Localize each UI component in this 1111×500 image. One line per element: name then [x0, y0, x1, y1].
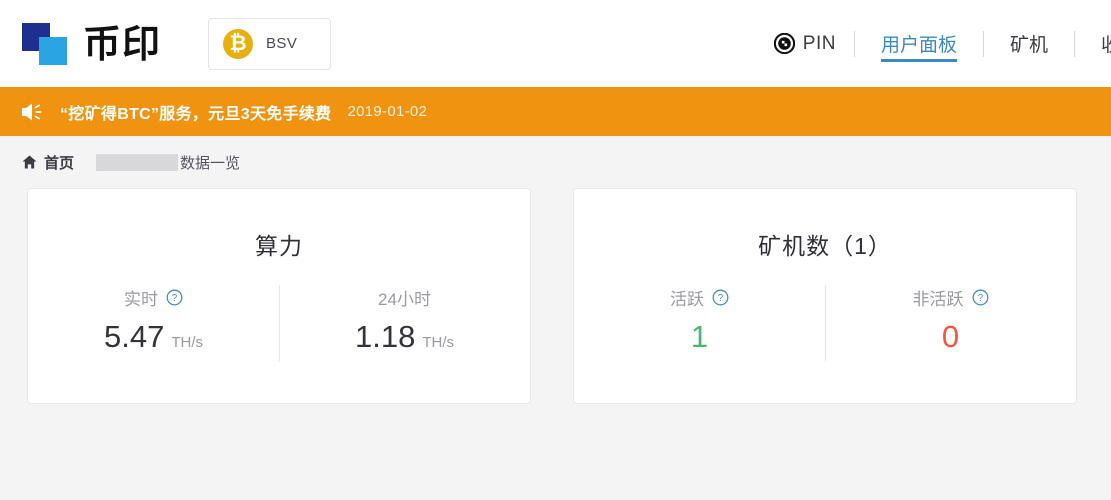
nav-item-earnings[interactable]: 收: [1075, 0, 1111, 87]
svg-text:?: ?: [718, 293, 724, 304]
help-icon[interactable]: ?: [972, 289, 989, 306]
column-label-text: 活跃: [670, 290, 704, 309]
bitcoin-icon: ₿: [223, 28, 254, 59]
column-value: 1: [690, 319, 709, 354]
card-title: 算力: [255, 233, 303, 259]
column-label: 24小时: [378, 285, 431, 310]
breadcrumb-current-label: 数据一览: [180, 154, 241, 172]
hashrate-24h-column: 24小时 1.18 TH/s: [279, 285, 530, 403]
nav-item-label: 用户面板: [880, 35, 957, 56]
help-icon[interactable]: ?: [712, 289, 729, 306]
miner-active-column: 活跃 ? 1: [574, 285, 825, 403]
home-icon: [22, 155, 37, 169]
card-columns: 活跃 ? 1 非活跃 ? 0: [574, 285, 1076, 403]
coin-selector[interactable]: ₿ BSV: [208, 17, 332, 70]
hashrate-card: 算力 实时 ? 5.47 TH/s 24小时 1.18 TH/s: [27, 188, 531, 404]
logo-square-light: [39, 36, 67, 65]
announcement-banner[interactable]: “挖矿得BTC”服务，元旦3天免手续费 2019-01-02: [0, 87, 1111, 136]
logo-mark-icon: [22, 22, 72, 65]
logo-wordmark: 币印: [83, 21, 162, 66]
column-label: 非活跃 ?: [913, 285, 989, 310]
nav-item-miners[interactable]: 矿机: [984, 0, 1074, 87]
nav-item-user-panel[interactable]: 用户面板: [855, 0, 983, 87]
column-label: 活跃 ?: [670, 285, 729, 310]
miner-inactive-column: 非活跃 ? 0: [825, 285, 1076, 403]
page-header: 币印 ₿ BSV PIN 用户面板 矿机 收: [0, 0, 1111, 87]
pin-coin-icon: [773, 33, 795, 54]
help-icon[interactable]: ?: [166, 289, 183, 306]
nav-pin-label: PIN: [802, 32, 836, 54]
column-value: 1.18 TH/s: [354, 319, 454, 354]
nav-item-label: 收: [1101, 35, 1111, 56]
announcement-date: 2019-01-02: [347, 103, 428, 120]
column-value: 0: [941, 319, 960, 354]
card-columns: 实时 ? 5.47 TH/s 24小时 1.18 TH/s: [28, 285, 530, 403]
miner-count-card: 矿机数（1） 活跃 ? 1 非活跃 ? 0: [573, 188, 1077, 404]
breadcrumb-redacted-block: [96, 153, 179, 171]
value-unit: TH/s: [422, 334, 454, 351]
stats-cards: 算力 实时 ? 5.47 TH/s 24小时 1.18 TH/s 矿机数（1） …: [0, 188, 1111, 404]
column-label: 实时 ?: [124, 285, 183, 310]
column-label-text: 非活跃: [912, 290, 964, 309]
value-number: 1.18: [354, 319, 416, 354]
nav-pin-item[interactable]: PIN: [773, 32, 854, 55]
breadcrumb: 首页 数据一览: [0, 136, 1111, 188]
coin-selector-label: BSV: [266, 35, 298, 52]
column-value: 5.47 TH/s: [103, 319, 203, 354]
brand-logo[interactable]: 币印: [22, 21, 162, 66]
breadcrumb-home-label[interactable]: 首页: [44, 152, 74, 173]
value-number: 5.47: [103, 319, 165, 354]
column-label-text: 24小时: [378, 290, 431, 309]
hashrate-realtime-column: 实时 ? 5.47 TH/s: [28, 285, 279, 403]
column-label-text: 实时: [124, 290, 158, 309]
svg-text:?: ?: [172, 293, 178, 304]
value-unit: TH/s: [171, 334, 203, 351]
speaker-icon: [22, 103, 42, 120]
card-title: 矿机数（1）: [758, 233, 892, 259]
announcement-text: “挖矿得BTC”服务，元旦3天免手续费: [60, 105, 332, 123]
nav-item-label: 矿机: [1009, 35, 1048, 56]
value-number: 0: [941, 319, 960, 354]
svg-text:?: ?: [977, 293, 983, 304]
main-nav: PIN 用户面板 矿机 收: [773, 0, 1111, 87]
value-number: 1: [690, 319, 709, 354]
